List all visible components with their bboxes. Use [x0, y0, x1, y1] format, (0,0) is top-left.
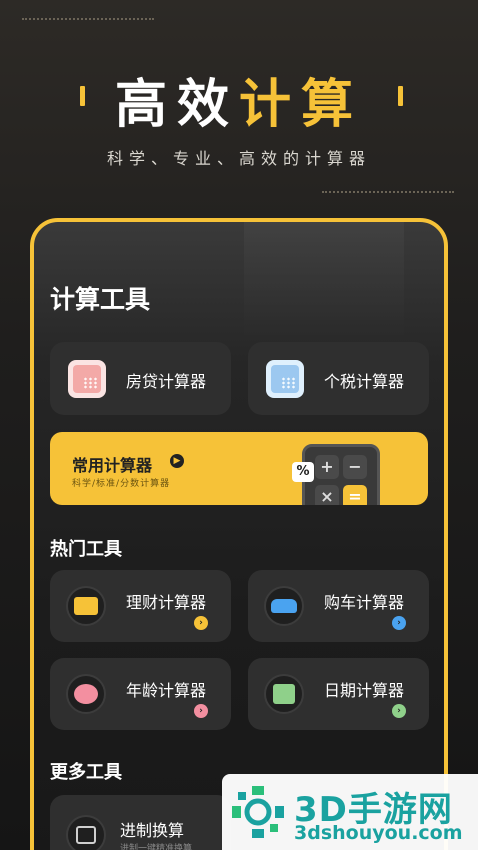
piggy-bank-icon [66, 674, 106, 714]
base-convert-tile[interactable]: 进制换算 进制一键精准换算 [50, 795, 231, 850]
background-building [244, 222, 404, 342]
decorative-dots-mid [322, 191, 454, 193]
watermark: 3D手游网 3dshouyou.com [222, 774, 478, 850]
hot-section-title: 热门工具 [50, 539, 122, 560]
date-calculator-tile[interactable]: 日期计算器 › [248, 658, 429, 730]
go-arrow-icon: › [194, 704, 208, 718]
common-calculator-banner[interactable]: 常用计算器 ▶ 科学/标准/分数计算器 + − × = % [50, 432, 428, 505]
tax-calculator-tile[interactable]: 个税计算器 [248, 342, 429, 415]
go-arrow-icon: › [194, 616, 208, 630]
minus-key: − [343, 455, 367, 479]
hero-title-white: 高效 [114, 75, 239, 135]
calendar-icon [264, 674, 304, 714]
car-calculator-tile[interactable]: 购车计算器 › [248, 570, 429, 642]
percent-badge: % [292, 462, 314, 482]
plus-key: + [315, 455, 339, 479]
hero-title: 高效计算 [0, 62, 478, 137]
go-arrow-icon: › [392, 704, 406, 718]
more-section-title: 更多工具 [50, 762, 122, 783]
hero-subtitle: 科学、专业、高效的计算器 [106, 149, 371, 168]
multiply-key: × [315, 485, 339, 505]
finance-calculator-label: 理财计算器 [126, 593, 207, 612]
mortgage-calculator-tile[interactable]: 房贷计算器 [50, 342, 231, 415]
common-calculator-subtitle: 科学/标准/分数计算器 [72, 479, 171, 489]
equals-key: = [343, 485, 367, 505]
tax-calculator-label: 个税计算器 [324, 372, 405, 391]
car-calculator-label: 购车计算器 [324, 593, 405, 612]
car-icon [264, 586, 304, 626]
finance-calculator-tile[interactable]: 理财计算器 › [50, 570, 231, 642]
date-calculator-label: 日期计算器 [324, 681, 405, 700]
tax-calculator-icon [266, 360, 304, 398]
hero-title-yellow: 计算 [239, 75, 364, 135]
age-calculator-label: 年龄计算器 [126, 681, 207, 700]
finance-calculator-icon [66, 586, 106, 626]
mortgage-calculator-label: 房贷计算器 [126, 372, 207, 391]
age-calculator-tile[interactable]: 年龄计算器 › [50, 658, 231, 730]
tools-section-title: 计算工具 [50, 285, 151, 314]
mortgage-calculator-icon [68, 360, 106, 398]
watermark-url: 3dshouyou.com [294, 822, 463, 844]
common-calculator-title: 常用计算器 [72, 456, 153, 475]
decorative-dots-top [22, 18, 154, 20]
base-convert-label: 进制换算 [120, 821, 185, 840]
chevron-right-icon: ▶ [170, 454, 184, 468]
go-arrow-icon: › [392, 616, 406, 630]
base-convert-icon [66, 815, 106, 850]
watermark-logo-icon [232, 786, 284, 838]
base-convert-subtitle: 进制一键精准换算 [120, 844, 193, 850]
title-bar-right [398, 86, 403, 106]
